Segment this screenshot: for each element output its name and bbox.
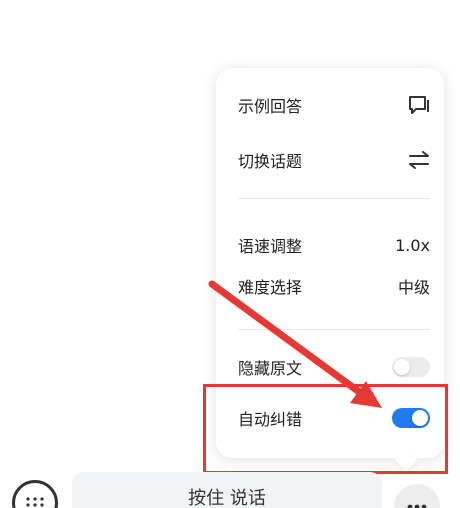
annotation-arrow-icon	[208, 280, 382, 408]
bottom-input-bar: 按住 说话	[0, 470, 460, 508]
keyboard-icon	[26, 497, 44, 507]
hold-to-talk-button[interactable]: 按住 说话	[72, 472, 382, 508]
more-dots-icon	[407, 504, 427, 508]
more-button[interactable]	[394, 484, 440, 508]
keyboard-button[interactable]	[12, 480, 58, 508]
